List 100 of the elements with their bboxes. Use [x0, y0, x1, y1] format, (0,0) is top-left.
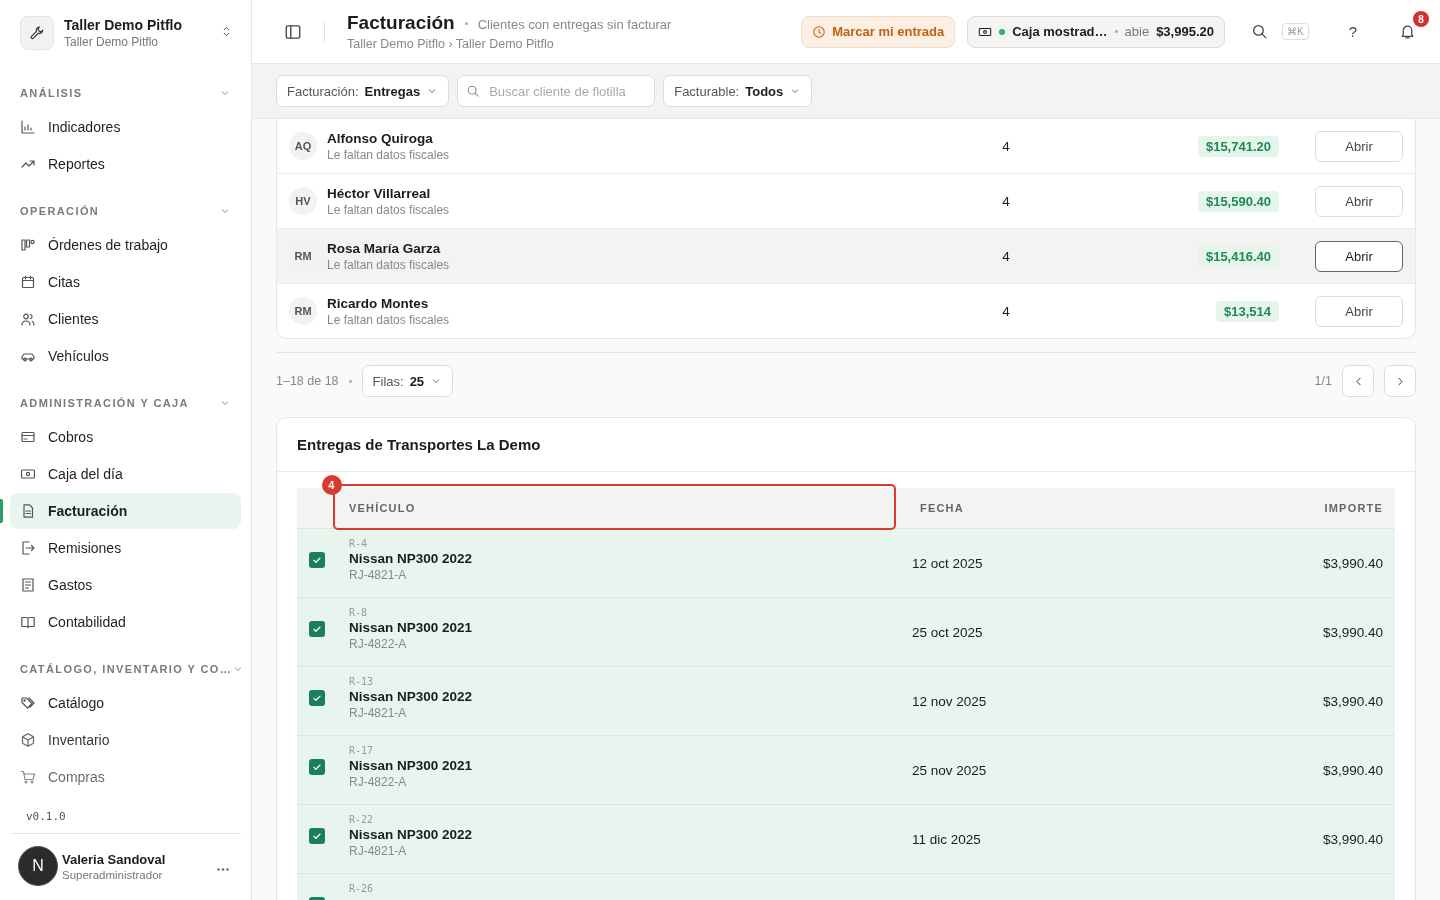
page-title: Facturación	[347, 12, 455, 34]
cube-icon	[20, 732, 36, 748]
open-button[interactable]: Abrir	[1315, 240, 1403, 272]
users-icon	[20, 311, 36, 327]
amount-tag: $13,514	[1216, 300, 1279, 322]
client-name: Rosa María Garza	[327, 240, 442, 256]
more-icon	[217, 868, 229, 871]
amount-cell-text: $3,990.40	[1321, 555, 1384, 571]
delivery-code: R-4	[349, 538, 369, 549]
rows-dropdown[interactable]: Filas: 25	[361, 365, 454, 397]
nav-item[interactable]: Inventario	[10, 722, 241, 758]
vehicle-name: Nissan NP300 2021	[349, 758, 474, 773]
vehicle-name: Nissan NP300 2022	[349, 689, 474, 704]
plate-number: RJ-4821-A	[349, 706, 408, 720]
active-indicator	[0, 499, 3, 523]
plate-number: RJ-4822-A	[349, 775, 408, 789]
delivery-code: R-26	[349, 883, 375, 894]
nav-item[interactable]: Reportes	[10, 146, 241, 182]
open-button[interactable]: Abrir	[1315, 295, 1403, 327]
nav-item[interactable]: Citas	[10, 264, 241, 300]
section-header[interactable]: CATÁLOGO, INVENTARIO Y CO…	[10, 654, 241, 684]
section-header[interactable]: ADMINISTRACIÓN Y CAJA	[10, 388, 241, 418]
nav-item[interactable]: Órdenes de trabajo	[10, 227, 241, 263]
delivery-row[interactable]: R-22 Nissan NP300 2022 RJ-4821-A 11 dic 2025 $3,990.40	[297, 804, 1395, 873]
amount-tag: $15,590.40	[1197, 190, 1279, 212]
plate-number: RJ-4822-A	[349, 637, 408, 651]
search-field[interactable]: Buscar cliente de flotilla	[457, 75, 656, 107]
billing-dropdown[interactable]: Facturación: Entregas	[276, 75, 450, 107]
panel-icon	[284, 22, 302, 41]
vehicle-name: Nissan NP300 2022	[349, 551, 474, 566]
amount-cell-text: $3,990.40	[1321, 762, 1384, 778]
nav-item[interactable]: Contabilidad	[10, 604, 241, 640]
amount-tag: $15,741.20	[1197, 135, 1279, 157]
section-header[interactable]: ANÁLISIS	[10, 78, 241, 108]
client-row[interactable]: AQ Alfonso Quiroga Le faltan datos fiscales 4 $15,741.20 Abrir	[277, 119, 1415, 173]
workspace-subtitle: Taller Demo Pitflo	[64, 35, 160, 49]
delivery-row[interactable]: R-8 Nissan NP300 2021 RJ-4822-A 25 oct 2025 $3,990.40	[297, 597, 1395, 666]
delivery-code: R-8	[349, 607, 369, 618]
open-button[interactable]: Abrir	[1315, 130, 1403, 162]
vehicle-name: Nissan NP300 2021	[349, 620, 474, 635]
page-range: 1–18 de 18	[276, 374, 339, 388]
delivery-count: 4	[1001, 193, 1011, 209]
row-checkbox[interactable]	[309, 690, 325, 706]
date-cell-text: 12 oct 2025	[911, 555, 984, 571]
cart-icon	[20, 769, 36, 785]
delivery-row[interactable]: R-17 Nissan NP300 2021 RJ-4822-A 25 nov 2025 $3,990.40	[297, 735, 1395, 804]
nav-item[interactable]: Cobros	[10, 419, 241, 455]
client-note: Le faltan datos fiscales	[327, 202, 451, 217]
client-row[interactable]: RM Rosa María Garza Le faltan datos fiscales 4 $15,416.40 Abrir	[277, 228, 1415, 283]
client-name: Ricardo Montes	[327, 295, 430, 311]
page-indicator: 1/1	[1314, 374, 1332, 388]
bell-icon	[1399, 23, 1416, 40]
delivery-row[interactable]: R-13 Nissan NP300 2022 RJ-4821-A 12 nov 2025 $3,990.40	[297, 666, 1395, 735]
book-icon	[20, 614, 36, 630]
plate-number: RJ-4821-A	[349, 844, 408, 858]
delivery-count: 4	[1001, 248, 1011, 264]
row-checkbox[interactable]	[309, 759, 325, 775]
page-subtitle: Clientes con entregas sin facturar	[477, 17, 672, 32]
document-icon	[20, 503, 36, 519]
nav-item[interactable]: Vehículos	[10, 338, 241, 374]
open-button[interactable]: Abrir	[1315, 185, 1403, 217]
section-header[interactable]: OPERACIÓN	[10, 196, 241, 226]
column-header: VEHÍCULO	[348, 502, 417, 514]
version-label: v0.1.0	[25, 809, 67, 825]
delivery-count: 4	[1001, 303, 1011, 319]
client-note: Le faltan datos fiscales	[327, 257, 451, 272]
row-checkbox[interactable]	[309, 828, 325, 844]
delivery-count: 4	[1001, 138, 1011, 154]
help-button[interactable]: ?	[1342, 22, 1363, 41]
client-row[interactable]: RM Ricardo Montes Le faltan datos fiscales 4 $13,514 Abrir	[277, 283, 1415, 338]
nav-item[interactable]: Catálogo	[10, 685, 241, 721]
amount-cell-text: $3,990.40	[1321, 693, 1384, 709]
delivery-row[interactable]: R-4 Nissan NP300 2022 RJ-4821-A 12 oct 2025 $3,990.40	[297, 528, 1395, 597]
date-cell-text: 25 oct 2025	[911, 624, 984, 640]
cash-register-button[interactable]: Caja mostrad… abie $3,995.20	[967, 15, 1225, 48]
client-name: Héctor Villarreal	[327, 185, 432, 201]
client-avatar: AQ	[289, 132, 317, 160]
calendar-icon	[20, 274, 36, 290]
user-avatar: N	[18, 846, 58, 886]
row-checkbox[interactable]	[309, 621, 325, 637]
date-cell-text: 12 nov 2025	[911, 693, 988, 709]
card-icon	[20, 429, 36, 445]
amount-cell-text: $3,990.40	[1321, 624, 1384, 640]
clock-in-button[interactable]: Marcar mi entrada	[801, 15, 956, 48]
search-icon	[466, 84, 481, 98]
client-avatar: HV	[289, 187, 317, 215]
billable-dropdown[interactable]: Facturable: Todos	[663, 75, 813, 107]
nav-item[interactable]: Caja del día	[10, 456, 241, 492]
breadcrumb: Taller Demo Pitflo › Taller Demo Pitflo	[347, 37, 555, 51]
notification-badge: 8	[1413, 11, 1429, 27]
nav-item[interactable]: Gastos	[10, 567, 241, 603]
nav-item[interactable]: Compras	[10, 759, 241, 795]
nav-item[interactable]: Clientes	[10, 301, 241, 337]
nav-item[interactable]: Remisiones	[10, 530, 241, 566]
row-checkbox[interactable]	[309, 552, 325, 568]
nav-item[interactable]: Indicadores	[10, 109, 241, 145]
columns-icon	[20, 237, 36, 253]
user-name: Valeria Sandoval	[62, 851, 167, 867]
delivery-code: R-13	[349, 676, 375, 687]
vehicle-name: Nissan NP300 2022	[349, 827, 474, 842]
